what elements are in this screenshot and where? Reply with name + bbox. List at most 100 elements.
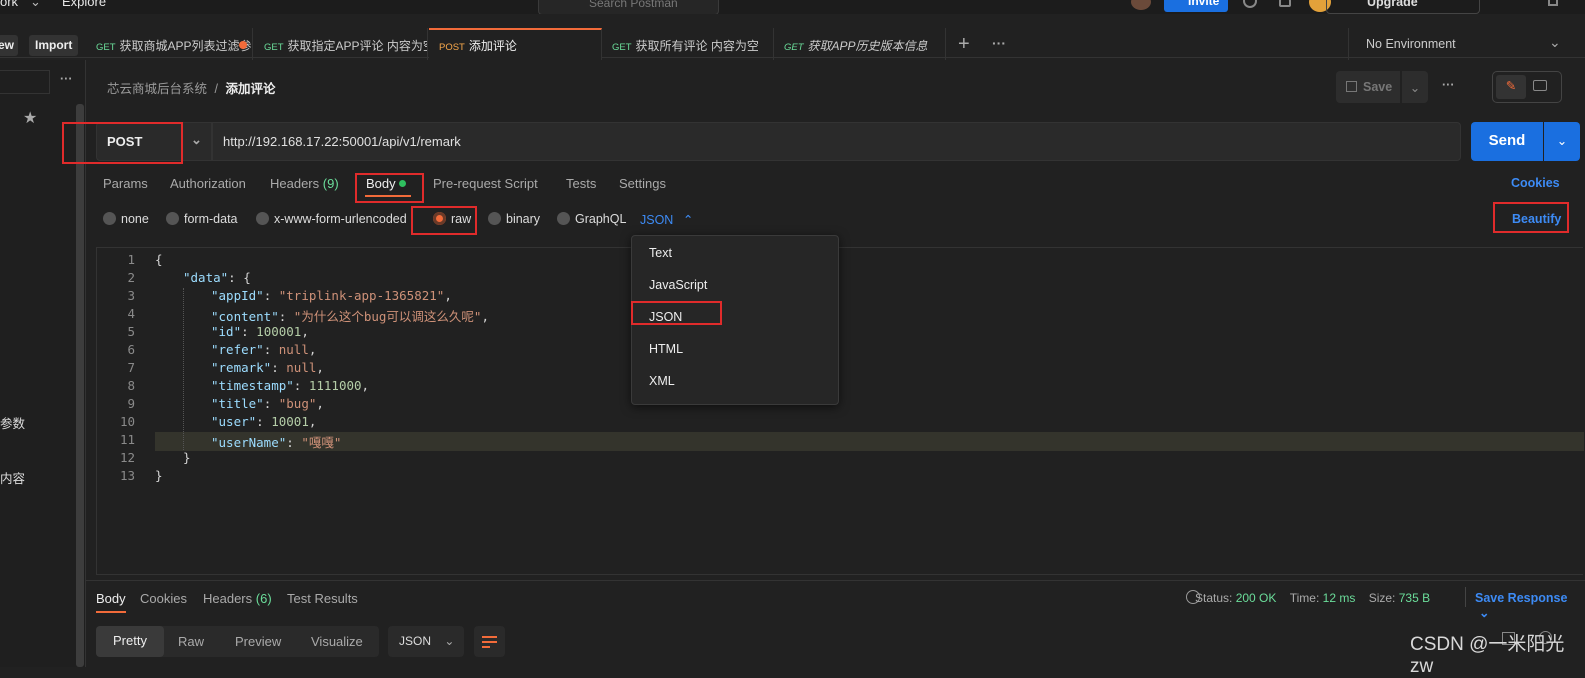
- save-dropdown-chevron-icon[interactable]: ⌄: [1402, 71, 1428, 103]
- view-raw-button[interactable]: Raw: [178, 634, 204, 649]
- save-icon: [1346, 81, 1357, 92]
- code-key: "user": [211, 414, 257, 429]
- wrap-line-bar: [482, 636, 497, 638]
- avatar[interactable]: [1131, 0, 1151, 10]
- line-number: 8: [127, 378, 135, 393]
- tab-settings[interactable]: Settings: [619, 176, 666, 191]
- radio-graphql[interactable]: GraphQL: [557, 212, 626, 226]
- sidebar-item-label[interactable]: 内容: [0, 468, 25, 487]
- new-tab-plus-icon[interactable]: +: [958, 33, 970, 56]
- format-option-javascript[interactable]: JavaScript: [649, 278, 707, 292]
- tab-get-all-comments[interactable]: GET 获取所有评论 内容为空: [602, 28, 774, 60]
- tab-authorization[interactable]: Authorization: [170, 176, 246, 191]
- tab-get-app-history[interactable]: GET 获取APP历史版本信息: [774, 28, 946, 60]
- code-number: 1111000: [308, 378, 362, 393]
- view-preview-button[interactable]: Preview: [235, 634, 281, 649]
- code-line: "remark": null,: [211, 360, 324, 375]
- code-key: "userName": [211, 435, 287, 450]
- radio-binary[interactable]: binary: [488, 212, 540, 226]
- radio-form-data[interactable]: form-data: [166, 212, 238, 226]
- wrap-lines-icon[interactable]: [474, 626, 505, 657]
- explore-link[interactable]: Explore: [62, 0, 106, 9]
- response-tab-test-results[interactable]: Test Results: [287, 591, 358, 606]
- format-option-text[interactable]: Text: [649, 246, 672, 260]
- code-line: "user": 10001,: [211, 414, 317, 429]
- body-format-select[interactable]: JSON ⌃: [640, 212, 693, 227]
- sidebar-filter-input[interactable]: [0, 70, 50, 94]
- status-value[interactable]: 200 OK: [1236, 591, 1277, 605]
- wrap-line-bar: [482, 641, 497, 643]
- tab-headers[interactable]: Headers (9): [270, 176, 339, 191]
- tab-method: GET: [784, 42, 804, 53]
- body-format-label: JSON: [640, 213, 674, 227]
- send-button[interactable]: Send: [1471, 122, 1543, 161]
- radio-circle-icon: [256, 212, 269, 225]
- sidebar-more-icon[interactable]: ···: [60, 72, 73, 86]
- tabs-more-icon[interactable]: ···: [992, 35, 1006, 51]
- send-dropdown-chevron-icon[interactable]: ⌄: [1544, 122, 1580, 161]
- response-tab-body[interactable]: Body: [96, 591, 126, 606]
- chevron-up-icon: ⌃: [682, 213, 694, 227]
- cookies-link[interactable]: Cookies: [1511, 176, 1560, 190]
- save-button[interactable]: Save: [1336, 71, 1400, 103]
- size-value[interactable]: 735 B: [1399, 591, 1430, 605]
- workspace-chevron-icon[interactable]: ⌄: [30, 0, 41, 10]
- tab-tests[interactable]: Tests: [566, 176, 596, 191]
- tab-label: 添加评论: [468, 39, 517, 53]
- highlight-box-body: [355, 173, 424, 203]
- code-line: }: [183, 450, 191, 465]
- tab-label: 获取APP历史版本信息: [807, 39, 928, 53]
- format-option-html[interactable]: HTML: [649, 342, 683, 356]
- radio-urlencoded[interactable]: x-www-form-urlencoded: [256, 212, 407, 226]
- notifications-icon[interactable]: [1279, 0, 1291, 7]
- line-number: 3: [127, 288, 135, 303]
- breadcrumb: 芯云商城后台系统 / 添加评论: [107, 78, 275, 97]
- upgrade-button[interactable]: Upgrade: [1326, 0, 1480, 14]
- edit-pencil-icon[interactable]: ✎: [1496, 75, 1526, 99]
- sidebar-scrollbar[interactable]: [76, 104, 84, 667]
- chevron-down-icon: ⌄: [191, 132, 202, 147]
- environment-selector[interactable]: No Environment ⌄: [1348, 28, 1570, 60]
- format-option-xml[interactable]: XML: [649, 374, 675, 388]
- workspace-menu[interactable]: ork: [0, 0, 18, 9]
- divider: [86, 580, 1585, 581]
- tab-prerequest-script[interactable]: Pre-request Script: [433, 176, 538, 191]
- new-button[interactable]: ew: [0, 35, 18, 56]
- search-input[interactable]: Search Postman: [538, 0, 719, 14]
- chevron-down-icon: ⌄: [1479, 606, 1490, 620]
- tab-get-app-comments[interactable]: GET 获取指定APP评论 内容为空: [254, 28, 428, 60]
- settings-icon[interactable]: [1243, 0, 1257, 8]
- code-key: "title": [211, 396, 264, 411]
- chevron-down-icon: ⌄: [1549, 34, 1561, 50]
- response-tab-headers[interactable]: Headers (6): [203, 591, 272, 606]
- tab-post-add-comment[interactable]: POST 添加评论: [429, 28, 602, 60]
- radio-none[interactable]: none: [103, 212, 149, 226]
- url-input[interactable]: http://192.168.17.22:50001/api/v1/remark: [212, 122, 1461, 161]
- import-button[interactable]: Import: [29, 35, 79, 56]
- tab-params[interactable]: Params: [103, 176, 148, 191]
- radio-label: none: [121, 212, 149, 226]
- response-format-select[interactable]: JSON ⌄: [388, 626, 464, 657]
- expand-icon[interactable]: [1548, 0, 1558, 6]
- save-response-button[interactable]: Save Response ⌄: [1475, 591, 1585, 620]
- star-icon[interactable]: ★: [23, 108, 37, 128]
- code-token: {: [155, 252, 163, 267]
- sidebar-item-label[interactable]: 参数: [0, 413, 25, 432]
- environment-label: No Environment: [1366, 37, 1456, 51]
- view-pretty-button[interactable]: Pretty: [96, 626, 164, 657]
- response-tab-cookies[interactable]: Cookies: [140, 591, 187, 606]
- time-value[interactable]: 12 ms: [1323, 591, 1356, 605]
- line-number: 7: [127, 360, 135, 375]
- tab-get-app-list[interactable]: GET 获取商城APP列表过滤参: [86, 28, 253, 60]
- breadcrumb-parent[interactable]: 芯云商城后台系统: [107, 82, 207, 96]
- response-format-label: JSON: [399, 634, 432, 648]
- documentation-icon[interactable]: [1533, 80, 1547, 91]
- url-value: http://192.168.17.22:50001/api/v1/remark: [223, 134, 461, 149]
- body-editor[interactable]: 1 2 3 4 5 6 7 8 9 10 11 12 13 { "data": …: [96, 247, 1584, 575]
- view-visualize-button[interactable]: Visualize: [311, 634, 363, 649]
- code-number: 100001: [256, 324, 302, 339]
- unsaved-dot-icon: [239, 41, 247, 49]
- headers-count: (9): [322, 176, 339, 191]
- invite-button[interactable]: Invite: [1164, 0, 1228, 12]
- request-more-icon[interactable]: ···: [1442, 78, 1455, 92]
